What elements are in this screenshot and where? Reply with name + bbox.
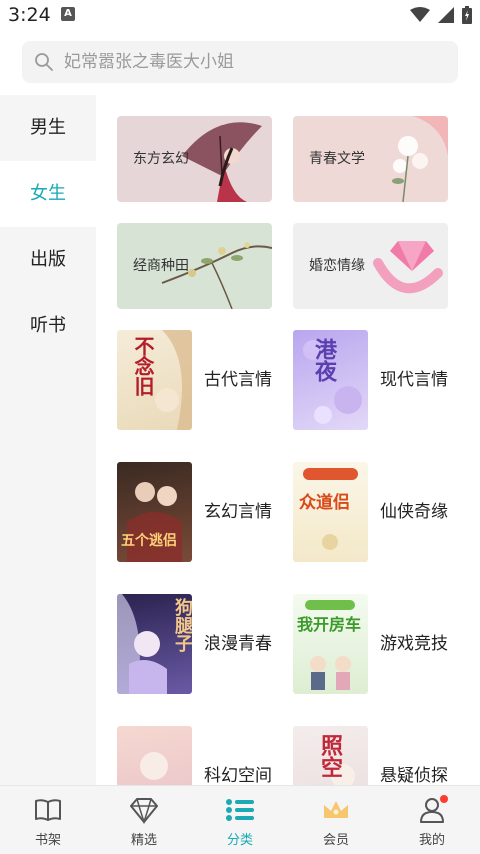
- cover-title: 我开房车: [297, 615, 362, 634]
- genre-label-modern-romance[interactable]: 现代言情: [380, 368, 448, 392]
- banner-romance[interactable]: 婚恋情缘: [293, 223, 448, 309]
- sidebar-item-female[interactable]: 女生: [0, 161, 96, 227]
- tab-label: 精选: [130, 833, 157, 848]
- cover-title: 众道侣: [299, 493, 350, 513]
- ring-art: [373, 241, 443, 294]
- genre-cover-gaming[interactable]: 我开房车: [293, 594, 368, 694]
- genre-label-youth-romance[interactable]: 浪漫青春: [204, 632, 272, 656]
- tab-label: 我的: [418, 833, 445, 848]
- diamond-icon: [130, 798, 158, 824]
- banner-youth-literature[interactable]: 青春文学: [293, 116, 448, 202]
- banner-label: 经商种田: [133, 258, 189, 274]
- flower-art: [392, 116, 448, 202]
- genre-cover-youth-romance[interactable]: 狗腿子: [117, 594, 192, 694]
- genre-cover-ancient-romance[interactable]: 不念旧: [117, 330, 192, 430]
- tab-label: 会员: [322, 833, 349, 848]
- cover-title: 不念旧: [131, 336, 155, 396]
- sidebar-item-male[interactable]: 男生: [0, 95, 96, 161]
- banner-business-farming[interactable]: 经商种田: [117, 223, 272, 309]
- wifi-icon: [410, 7, 430, 22]
- tab-bookshelf[interactable]: 书架: [0, 786, 96, 854]
- cover-title: 港夜: [311, 338, 336, 382]
- cover-title: 照空: [317, 734, 342, 778]
- status-time: 3:24: [8, 4, 51, 26]
- genre-label-fantasy-romance[interactable]: 玄幻言情: [204, 500, 272, 524]
- banner-eastern-fantasy[interactable]: 东方玄幻: [117, 116, 272, 202]
- genre-cover-fantasy-romance[interactable]: 五个逃侣: [117, 462, 192, 562]
- genre-cover-modern-romance[interactable]: 港夜: [293, 330, 368, 430]
- cover-art: [305, 600, 355, 690]
- notification-icon: A: [61, 7, 75, 21]
- genre-label-ancient-romance[interactable]: 古代言情: [204, 368, 272, 392]
- search-icon: [35, 53, 53, 71]
- tab-category[interactable]: 分类: [192, 786, 288, 854]
- genre-cover-xianxia[interactable]: 众道侣: [293, 462, 368, 562]
- banner-label: 青春文学: [309, 151, 365, 167]
- cover-title: 五个逃侣: [121, 533, 177, 549]
- category-sidebar: 男生 女生 出版 听书: [0, 95, 96, 785]
- genre-label-xianxia[interactable]: 仙侠奇缘: [380, 500, 448, 524]
- bottom-navigation: 书架 精选 分类 会员 我的: [0, 785, 480, 854]
- search-placeholder: 妃常嚣张之毒医大小姐: [64, 52, 234, 72]
- genre-label-gaming[interactable]: 游戏竞技: [380, 632, 448, 656]
- tab-label: 书架: [34, 833, 61, 848]
- sidebar-item-audio[interactable]: 听书: [0, 293, 96, 359]
- tab-label: 分类: [226, 833, 253, 848]
- tab-profile[interactable]: 我的: [384, 786, 480, 854]
- search-bar[interactable]: 妃常嚣张之毒医大小姐: [22, 41, 458, 83]
- tab-membership[interactable]: 会员: [288, 786, 384, 854]
- list-icon: [226, 799, 254, 821]
- banner-label: 婚恋情缘: [309, 258, 365, 274]
- tab-featured[interactable]: 精选: [96, 786, 192, 854]
- status-bar: 3:24 A: [0, 0, 480, 30]
- crown-icon: [324, 801, 348, 818]
- sidebar-item-publish[interactable]: 出版: [0, 227, 96, 293]
- cover-title: 狗腿子: [172, 598, 192, 652]
- signal-icon: [438, 7, 454, 23]
- system-icons: [410, 6, 472, 24]
- banner-label: 东方玄幻: [133, 151, 189, 167]
- notification-dot: [440, 795, 448, 803]
- battery-icon: [462, 6, 472, 24]
- book-icon: [35, 799, 61, 821]
